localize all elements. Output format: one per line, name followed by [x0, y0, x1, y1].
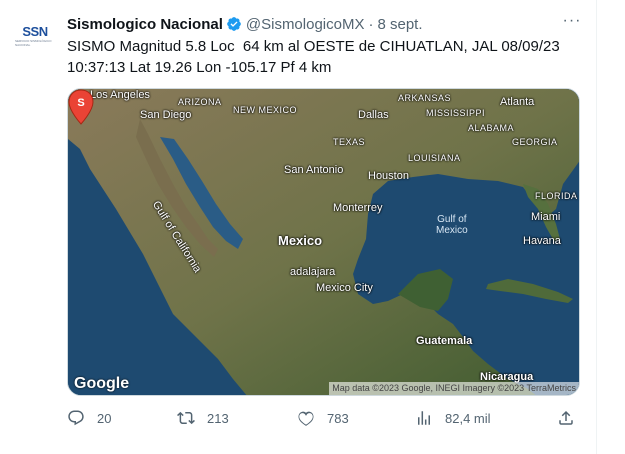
map-label-arkansas: ARKANSAS — [398, 93, 452, 103]
map-label-monterrey: Monterrey — [333, 202, 383, 214]
location-pin-icon: S — [68, 89, 94, 125]
map-terrain — [68, 89, 579, 395]
map-label-houston: Houston — [368, 170, 409, 182]
map-label-san-diego: San Diego — [140, 109, 192, 121]
retweet-count: 213 — [207, 410, 229, 426]
map-image[interactable]: Los Angeles San Diego ARIZONA NEW MEXICO… — [67, 88, 580, 396]
map-label-mississippi: MISSISSIPPI — [426, 108, 486, 118]
map-label-guadalajara: adalajara — [290, 266, 336, 278]
map-label-texas: TEXAS — [333, 137, 366, 147]
map-label-mexico-city: Mexico City — [316, 282, 373, 294]
heart-icon — [298, 411, 314, 426]
map-label-miami: Miami — [531, 211, 561, 223]
map-attribution: Map data ©2023 Google, INEGI Imagery ©20… — [329, 382, 579, 395]
tweet-date[interactable]: 8 sept. — [377, 16, 422, 33]
column-divider — [596, 0, 597, 454]
map-label-havana: Havana — [523, 235, 561, 247]
share-button[interactable] — [557, 408, 587, 428]
map-label-san-antonio: San Antonio — [284, 164, 344, 176]
tweet-actions: 20 213 783 82,4 mil — [67, 408, 582, 428]
like-count: 783 — [327, 410, 349, 426]
map-label-guatemala: Guatemala — [416, 335, 473, 347]
reply-count: 20 — [97, 410, 112, 426]
map-label-new-mexico: NEW MEXICO — [233, 105, 298, 115]
pin-letter: S — [77, 97, 84, 109]
like-button[interactable]: 783 — [297, 408, 349, 428]
avatar-logo: SSN — [22, 24, 48, 39]
views-button[interactable]: 82,4 mil — [415, 408, 491, 428]
retweet-button[interactable]: 213 — [177, 408, 229, 428]
reply-icon — [68, 410, 84, 426]
share-icon — [559, 410, 573, 425]
separator-dot: · — [368, 15, 374, 33]
tweet-text: SISMO Magnitud 5.8 Loc 64 km al OESTE de… — [67, 38, 560, 76]
views-count: 82,4 mil — [445, 410, 491, 426]
avatar[interactable]: SSN SERVICIO SISMOLÓGICO NACIONAL — [15, 16, 55, 56]
account-handle[interactable]: @SismologicoMX — [246, 16, 365, 33]
tweet-header: Sismologico Nacional @SismologicoMX · 8 … — [67, 13, 587, 35]
map-label-atlanta: Atlanta — [500, 96, 535, 108]
analytics-icon — [418, 411, 430, 425]
map-label-arizona: ARIZONA — [178, 97, 222, 107]
map-label-georgia: GEORGIA — [512, 137, 558, 147]
map-label-alabama: ALABAMA — [468, 123, 515, 133]
map-label-florida: FLORIDA — [535, 191, 578, 201]
map-label-dallas: Dallas — [358, 109, 389, 121]
map-label-gulf-of-mexico: Gulf of Mexico — [436, 214, 468, 236]
verified-badge-icon[interactable] — [226, 16, 242, 32]
map-label-louisiana: LOUISIANA — [408, 153, 461, 163]
more-options-icon[interactable]: ··· — [562, 13, 582, 34]
map-label-los-angeles: Los Angeles — [90, 89, 150, 101]
map-label-mexico: Mexico — [278, 233, 323, 248]
account-name[interactable]: Sismologico Nacional — [67, 16, 223, 33]
reply-button[interactable]: 20 — [67, 408, 111, 428]
avatar-subtext: SERVICIO SISMOLÓGICO NACIONAL — [15, 39, 52, 47]
retweet-icon — [177, 411, 195, 425]
google-logo: Google — [74, 375, 130, 392]
